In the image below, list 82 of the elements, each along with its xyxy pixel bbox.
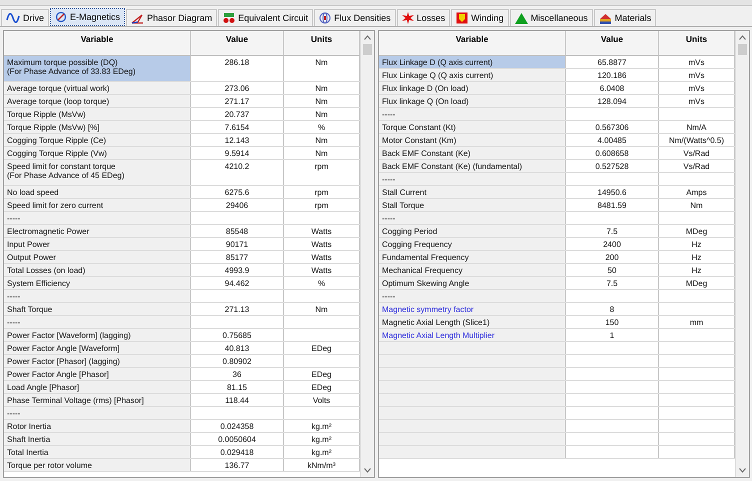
scroll-up-icon[interactable] (364, 35, 371, 40)
variable-cell: Cogging Torque Ripple (Ce) (4, 134, 191, 146)
variable-cell: ----- (379, 212, 566, 224)
scroll-down-icon[interactable] (364, 468, 371, 473)
variable-cell: Phase Terminal Voltage (rms) [Phasor] (4, 394, 191, 406)
phasor-icon (131, 12, 144, 24)
field-lines-icon (319, 12, 332, 24)
variable-cell: Torque Ripple (MsVw) [%] (4, 121, 191, 133)
variable-cell: Shaft Inertia (4, 433, 191, 445)
variable-cell: Average torque (loop torque) (4, 95, 191, 107)
column-header: Value (191, 31, 284, 55)
variable-cell: Stall Current (379, 186, 566, 198)
burst-icon (402, 12, 414, 24)
variable-cell: Torque per rotor volume (4, 459, 191, 471)
variable-cell: Flux linkage Q (On load) (379, 95, 566, 107)
scrollbar[interactable] (360, 31, 374, 477)
variable-cell: Load Angle [Phasor] (4, 381, 191, 393)
column-header: Variable (4, 31, 191, 55)
variable-cell: Motor Constant (Km) (379, 134, 566, 146)
variable-cell: Power Factor [Waveform] (lagging) (4, 329, 191, 341)
variable-cell: Optimum Skewing Angle (379, 277, 566, 289)
variable-cell: Magnetic symmetry factor (379, 303, 566, 315)
layers-icon (598, 12, 612, 24)
tab[interactable]: Winding (451, 9, 509, 26)
variable-cell: Average torque (virtual work) (4, 82, 191, 94)
variable-cell: Power Factor Angle [Waveform] (4, 342, 191, 354)
variable-cell: Mechanical Frequency (379, 264, 566, 276)
variable-cell: Maximum torque possible (DQ) (For Phase Advance of 33.83 EDeg) (4, 56, 191, 81)
variable-cell: Magnetic Axial Length Multiplier (379, 329, 566, 341)
variable-cell: Fundamental Frequency (379, 251, 566, 263)
scrollbar[interactable] (735, 31, 749, 477)
variable-cell: ----- (379, 173, 566, 185)
variable-cell: ----- (4, 316, 191, 328)
variable-cell: Output Power (4, 251, 191, 263)
tab[interactable]: Drive (1, 9, 50, 26)
coil-icon (456, 12, 468, 24)
tab[interactable]: Equivalent Circuit (218, 9, 314, 26)
scroll-down-icon[interactable] (739, 468, 746, 473)
variable-cell: Cogging Frequency (379, 238, 566, 250)
variable-cell: Flux linkage D (On load) (379, 82, 566, 94)
variable-cell: No load speed (4, 186, 191, 198)
tab[interactable]: Phasor Diagram (126, 9, 218, 26)
variable-cell: Flux Linkage Q (Q axis current) (379, 69, 566, 81)
variable-cell: Magnetic Axial Length (Slice1) (379, 316, 566, 328)
variable-cell: ----- (379, 108, 566, 120)
variable-cell: ----- (4, 407, 191, 419)
column-header: Value (566, 31, 659, 55)
variable-cell: Input Power (4, 238, 191, 250)
variable-cell: Flux Linkage D (Q axis current) (379, 56, 566, 68)
scroll-thumb[interactable] (738, 44, 747, 55)
variable-cell: Torque Constant (Kt) (379, 121, 566, 133)
variable-cell: System Efficiency (4, 277, 191, 289)
variable-cell: ----- (4, 212, 191, 224)
scroll-thumb[interactable] (363, 44, 372, 55)
variable-cell: Cogging Torque Ripple (Vw) (4, 147, 191, 159)
variable-cell: Torque Ripple (MsVw) (4, 108, 191, 120)
variable-cell: Cogging Period (379, 225, 566, 237)
variable-cell: Rotor Inertia (4, 420, 191, 432)
rotor-icon (55, 11, 68, 23)
variable-cell: Stall Torque (379, 199, 566, 211)
tab[interactable]: Miscellaneous (510, 9, 593, 26)
variable-cell: ----- (379, 290, 566, 302)
circuit-icon (223, 12, 236, 24)
triangle-icon (514, 12, 528, 24)
variable-cell: Shaft Torque (4, 303, 191, 315)
variable-cell: Total Inertia (4, 446, 191, 458)
variable-cell: ----- (4, 290, 191, 302)
variable-cell: Power Factor [Phasor] (lagging) (4, 355, 191, 367)
variable-cell: Speed limit for constant torque (For Phase Advance of 45 EDeg) (4, 160, 191, 185)
scroll-up-icon[interactable] (739, 35, 746, 40)
column-header: Variable (379, 31, 566, 55)
variable-cell: Total Losses (on load) (4, 264, 191, 276)
tab[interactable]: Losses (396, 9, 450, 26)
variable-cell: Speed limit for zero current (4, 199, 191, 211)
variable-cell: Electromagnetic Power (4, 225, 191, 237)
variable-cell: Back EMF Constant (Ke) (fundamental) (379, 160, 566, 172)
variable-cell: Back EMF Constant (Ke) (379, 147, 566, 159)
tab[interactable]: E-Magnetics (50, 8, 126, 26)
tab[interactable]: Flux Densities (314, 9, 396, 26)
wave-icon (6, 13, 20, 23)
variable-cell: Power Factor Angle [Phasor] (4, 368, 191, 380)
tab[interactable]: Materials (594, 9, 656, 26)
